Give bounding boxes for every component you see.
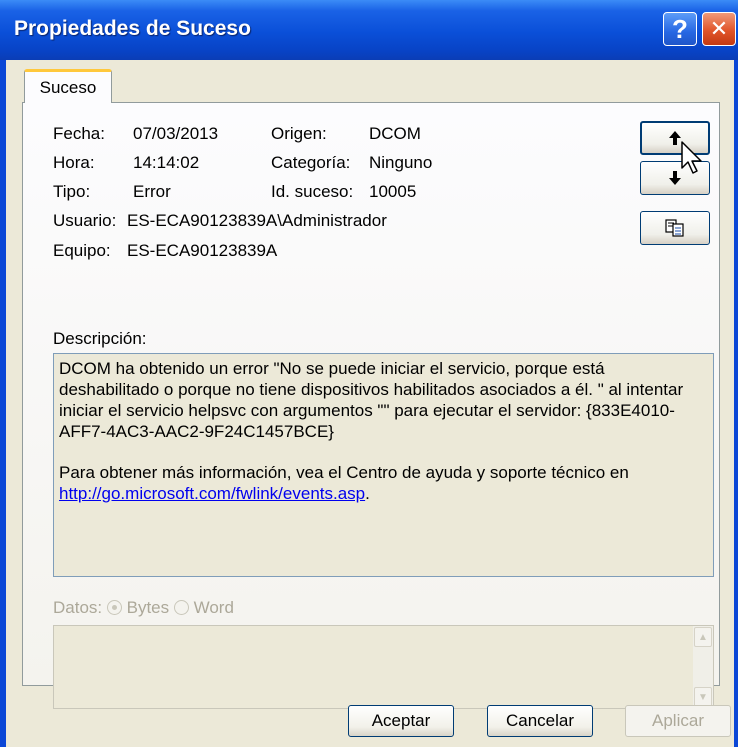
bytes-radio[interactable] <box>106 600 122 615</box>
data-textbox[interactable]: ▲ ▼ <box>53 625 714 709</box>
fecha-label: Fecha: <box>53 124 105 143</box>
idsuceso-value: 10005 <box>369 182 417 201</box>
categoria-value: Ninguno <box>369 153 433 172</box>
usuario-value: ES-ECA90123839A\Administrador <box>127 211 387 230</box>
bytes-radio-label: Bytes <box>126 598 170 617</box>
description-label: Descripción: <box>53 329 147 348</box>
chevron-up-icon: ▲ <box>698 631 708 643</box>
copy-button[interactable] <box>640 211 710 245</box>
help-link[interactable]: http://go.microsoft.com/fwlink/events.as… <box>59 484 365 503</box>
title-bar[interactable]: Propiedades de Suceso ? ✕ <box>0 0 738 60</box>
window-title: Propiedades de Suceso <box>14 17 251 40</box>
tipo-value: Error <box>133 182 171 201</box>
mouse-cursor-icon <box>681 141 702 174</box>
data-scrollbar[interactable]: ▲ ▼ <box>693 626 713 708</box>
close-icon: ✕ <box>709 16 729 41</box>
tab-label: Suceso <box>39 77 97 97</box>
idsuceso-label: Id. suceso: <box>271 182 354 201</box>
data-label: Datos: <box>53 598 103 617</box>
description-textbox[interactable]: DCOM ha obtenido un error "No se puede i… <box>53 353 714 577</box>
scroll-down-button[interactable]: ▼ <box>694 687 712 707</box>
description-paragraph-1: DCOM ha obtenido un error "No se puede i… <box>59 359 684 441</box>
word-radio[interactable] <box>173 600 189 615</box>
close-button[interactable]: ✕ <box>702 12 736 46</box>
accept-button[interactable]: Aceptar <box>348 705 454 737</box>
word-radio-label: Word <box>193 598 234 617</box>
data-format-row: Datos: Bytes Word <box>53 598 234 618</box>
apply-button-label: Aplicar <box>652 711 704 730</box>
tab-suceso[interactable]: Suceso <box>24 69 112 103</box>
apply-button[interactable]: Aplicar <box>625 705 731 737</box>
equipo-label: Equipo: <box>53 241 111 260</box>
link-suffix: . <box>365 484 370 503</box>
chevron-down-icon: ▼ <box>698 691 708 703</box>
categoria-label: Categoría: <box>271 153 351 172</box>
fecha-value: 07/03/2013 <box>133 124 219 143</box>
dialog-client-area: Suceso Fecha: 07/03/2013 Hora: 14:14:02 … <box>6 60 734 747</box>
cancel-button[interactable]: Cancelar <box>487 705 593 737</box>
tab-panel-suceso: Fecha: 07/03/2013 Hora: 14:14:02 Tipo: E… <box>22 102 720 709</box>
cancel-button-label: Cancelar <box>505 711 575 730</box>
help-button[interactable]: ? <box>663 12 697 46</box>
scroll-up-button[interactable]: ▲ <box>694 627 712 647</box>
origen-value: DCOM <box>369 124 421 143</box>
event-properties-window: Propiedades de Suceso ? ✕ Suceso Fecha: … <box>0 0 738 747</box>
description-paragraph-2-text: Para obtener más información, vea el Cen… <box>59 463 629 482</box>
accept-button-label: Aceptar <box>371 711 431 730</box>
origen-label: Origen: <box>271 124 327 143</box>
equipo-value: ES-ECA90123839A <box>127 241 278 260</box>
hora-label: Hora: <box>53 153 95 172</box>
tipo-label: Tipo: <box>53 182 91 201</box>
help-icon: ? <box>672 13 688 44</box>
usuario-label: Usuario: <box>53 211 117 230</box>
hora-value: 14:14:02 <box>133 153 200 172</box>
copy-icon <box>665 219 684 237</box>
description-paragraph-2: Para obtener más información, vea el Cen… <box>59 462 708 504</box>
